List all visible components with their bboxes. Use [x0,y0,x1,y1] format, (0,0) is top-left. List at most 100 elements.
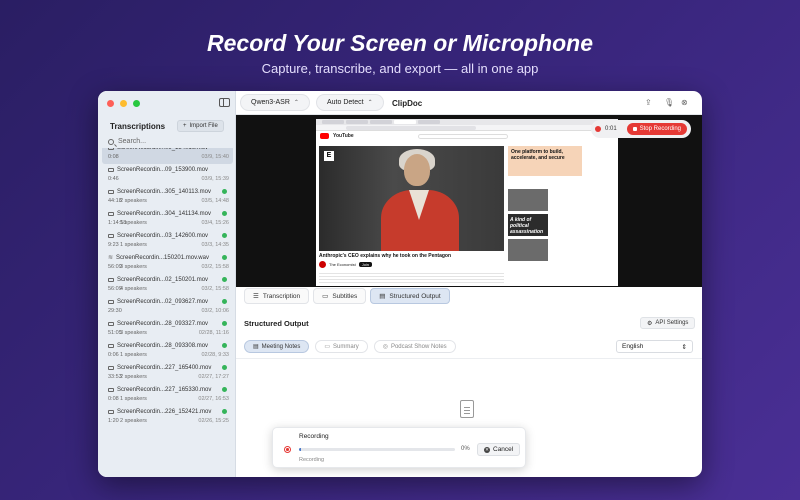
tab-transcription[interactable]: ☰ Transcription [244,288,310,304]
item-duration: 0:46 [108,175,119,182]
item-name: ScreenRecordin...226_152421.mov [117,408,212,415]
item-speakers: 1 speakers [120,241,147,248]
summary-icon: ▭ [324,344,331,350]
waveform-icon: ≋ [108,255,114,261]
item-speakers: 5 speakers [120,219,147,226]
video-icon [108,365,114,370]
item-date: 03/9, 15:39 [201,175,229,182]
item-name: ScreenRecordin...227_165400.mov [117,364,212,371]
chevron-updown-icon: ⌃ [367,100,373,106]
tab-label: Transcription [262,292,301,300]
transcription-list: ScreenRecordin...09_154016.mov 0:08 03/9, … [102,148,233,477]
toast-status: Recording [299,457,325,463]
status-dot [222,277,227,282]
list-item[interactable]: ScreenRecordin...02_150201.mov 56:09 4 spe… [102,274,233,296]
close-icon: ✕ [484,446,490,453]
video-icon [108,321,114,326]
list-item[interactable]: ScreenRecordin...226_152421.mov 1:20 2 spe… [102,406,233,428]
item-speakers: 1 speakers [120,395,147,402]
tab-label: Structured Output [389,292,441,300]
video-icon [108,211,114,216]
microphone-icon[interactable]: 🎙 [664,98,674,107]
close-window-button[interactable] [107,100,114,107]
recording-timer: 0:01 [605,126,617,132]
list-item[interactable]: ScreenRecordin...09_153900.mov 0:46 03/9, … [102,164,233,186]
item-date: 03/5, 14:48 [201,197,229,204]
maximize-window-button[interactable] [133,100,140,107]
video-frame: E [319,146,504,251]
youtube-wordmark: YouTube [333,133,354,139]
item-duration: 29:30 [108,307,122,314]
tab-label: Subtitles [332,292,358,300]
recording-controls: 0:01 Stop Recording [591,120,691,138]
api-settings-label: API Settings [655,320,689,326]
close-circle-icon[interactable]: ⊗ [681,98,688,107]
list-item[interactable]: ScreenRecordin...28_093327.mov 51:05 3 spe… [102,318,233,340]
list-item[interactable]: ScreenRecordin...03_142600.mov 9:23 1 spea… [102,230,233,252]
sidebar-toggle-icon[interactable] [219,98,230,107]
hero-subtitle: Capture, transcribe, and export — all in… [261,61,539,76]
item-duration: 1:14:18 [108,219,127,226]
output-language-select[interactable]: English ⇕ [616,340,693,353]
notes-icon: ▤ [253,344,259,350]
tab-structured-output[interactable]: ▤ Structured Output [370,288,450,304]
list-item[interactable]: ≋ ScreenRecordin...150201.mov.wav 56:09 3 s… [102,252,233,274]
tab-subtitles[interactable]: ▭ Subtitles [313,288,367,304]
video-description [319,271,504,283]
channel-row: The Economist Join [319,261,373,268]
youtube-logo-icon [320,133,329,139]
status-dot [222,189,227,194]
channel-avatar [319,261,326,268]
stop-recording-button[interactable]: Stop Recording [626,123,687,135]
import-file-button[interactable]: + Import File [177,120,224,132]
item-date: 02/28, 9:33 [201,351,229,358]
view-tabs: ☰ Transcription ▭ Subtitles ▤ Structured Outp… [244,288,450,304]
minimize-window-button[interactable] [120,100,127,107]
item-speakers: 1 speakers [120,351,147,358]
search-input[interactable]: Search... [108,138,146,145]
output-language-value: English [622,343,644,350]
list-item[interactable]: ScreenRecordin...28_093308.mov 0:06 1 spea… [102,340,233,362]
item-duration: 0:08 [108,153,119,160]
item-date: 02/27, 16:53 [198,395,229,402]
video-icon [108,233,114,238]
channel-name: The Economist [329,262,356,267]
document-icon [460,400,474,418]
cancel-button[interactable]: ✕ Cancel [477,443,521,456]
search-icon [108,138,114,145]
progress-percent: 0% [461,446,470,452]
api-settings-button[interactable]: ⚙ API Settings [640,317,696,329]
item-duration: 56:09 [108,263,122,270]
model-select[interactable]: Qwen3-ASR ⌃ [240,94,310,111]
list-item[interactable]: ScreenRecordin...227_165330.mov 0:08 1 spe… [102,384,233,406]
list-item[interactable]: ScreenRecordin...09_154016.mov 0:08 03/9, … [102,148,233,164]
subtab-podcast-show-notes[interactable]: ◎ Podcast Show Notes [373,340,456,353]
status-dot [222,343,227,348]
language-detect-select[interactable]: Auto Detect ⌃ [316,94,384,111]
structured-output-icon: ▤ [379,293,386,300]
chevron-updown-icon: ⌃ [293,100,299,106]
import-file-label: Import File [189,123,218,129]
subtab-label: Podcast Show Notes [390,343,447,350]
item-name: ScreenRecordin...305_140113.mov [117,188,211,195]
item-duration: 0:06 [108,351,119,358]
main-header: Qwen3-ASR ⌃ Auto Detect ⌃ ClipDoc ⇪ 🎙 ⊗ [236,91,702,115]
join-button: Join [358,262,373,267]
list-item[interactable]: ScreenRecordin...304_141134.mov 1:14:18 5 … [102,208,233,230]
subtab-summary[interactable]: ▭ Summary [315,340,368,353]
item-duration: 1:20 [108,417,119,424]
item-speakers: 2 speakers [120,417,147,424]
item-duration: 33:53 [108,373,122,380]
list-item[interactable]: ScreenRecordin...227_165400.mov 33:53 2 sp… [102,362,233,384]
list-item[interactable]: ScreenRecordin...305_140113.mov 44:18 2 sp… [102,186,233,208]
record-dot-icon [595,126,601,132]
list-item[interactable]: ScreenRecordin...02_093627.mov 29:30 03/2,… [102,296,233,318]
export-icon[interactable]: ⇪ [645,98,652,107]
subtab-meeting-notes[interactable]: ▤ Meeting Notes [244,340,310,353]
app-title: ClipDoc [392,99,423,108]
stop-icon [632,127,637,131]
item-name: ScreenRecordin...03_142600.mov [117,232,209,239]
sidebar: Transcriptions + Import File Search... S… [98,91,236,477]
language-detect-value: Auto Detect [327,99,364,106]
recording-toast: Recording 0% Recording ✕ Cancel [272,427,526,468]
